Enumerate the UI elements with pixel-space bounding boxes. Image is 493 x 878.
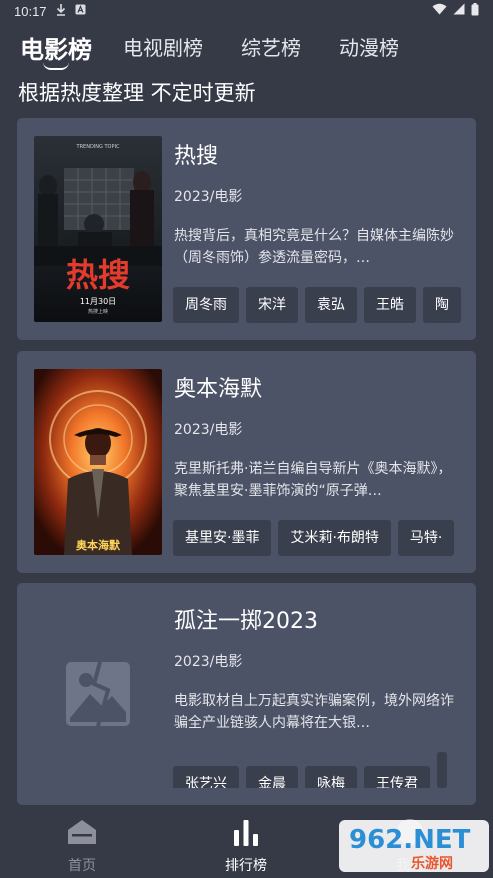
cast-chip[interactable]: 王皓 (364, 287, 416, 323)
movie-description: 电影取材自上万起真实诈骗案例，境外网络诈骗全产业链骇人内幕将在大银… (174, 693, 454, 731)
movie-poster: 奥本海默 (34, 369, 162, 555)
cast-chips: 张艺兴 金晨 咏梅 王传君 (173, 752, 476, 788)
tab-movie[interactable]: 电影榜 (20, 30, 92, 65)
movie-title: 奥本海默 (174, 377, 263, 402)
cast-chip[interactable]: 周冬雨 (173, 287, 239, 323)
cast-chip[interactable]: 艾米莉·布朗特 (278, 520, 391, 556)
home-icon (66, 818, 98, 850)
tab-anime[interactable]: 动漫榜 (339, 32, 399, 61)
cast-chips: 周冬雨 宋洋 袁弘 王皓陶 (173, 287, 476, 323)
cast-chip[interactable]: 咏梅 (305, 766, 357, 788)
svg-text:热搜: 热搜 (66, 256, 130, 294)
status-time: 10:17 (14, 3, 47, 19)
bar-chart-icon (231, 818, 261, 850)
cast-chip[interactable]: 张艺兴 (173, 766, 239, 788)
download-icon (56, 3, 66, 19)
tab-tv-series[interactable]: 电视剧榜 (123, 32, 203, 61)
cast-chip[interactable]: 金晨 (246, 766, 298, 788)
svg-text:962.NET: 962.NET (349, 825, 471, 855)
cast-chip[interactable] (437, 752, 447, 788)
movie-meta: 2023/电影 (174, 422, 243, 438)
cast-chips: 基里安·墨菲 艾米莉·布朗特 马特· (173, 520, 476, 556)
movie-title: 热搜 (174, 144, 219, 169)
status-bar: 10:17 (0, 0, 493, 22)
site-watermark: 962.NET 乐游网 (339, 818, 489, 874)
movie-title: 孤注一掷2023 (174, 609, 318, 634)
cast-chip[interactable]: 王传君 (364, 766, 430, 788)
cast-chip[interactable]: 宋洋 (246, 287, 298, 323)
movie-card[interactable]: 孤注一掷2023 2023/电影 电影取材自上万起真实诈骗案例，境外网络诈骗全产… (17, 583, 476, 805)
movie-poster: 热搜 11月30日 热搜上映 TRENDING TOPIC (34, 136, 162, 322)
movie-meta: 2023/电影 (174, 189, 243, 205)
font-icon (75, 4, 86, 18)
ranking-subtitle: 根据热度整理 不定时更新 (18, 81, 256, 105)
cast-chip[interactable]: 马特· (397, 520, 455, 556)
cast-chip[interactable]: 袁弘 (305, 287, 357, 323)
movie-card[interactable]: 热搜 11月30日 热搜上映 TRENDING TOPIC 热搜 2023/电影… (17, 118, 476, 340)
movie-description: 热搜背后，真相究竟是什么？自媒体主编陈妙（周冬雨饰）参透流量密码，… (174, 228, 454, 266)
battery-icon (471, 2, 479, 20)
svg-text:乐游网: 乐游网 (411, 855, 453, 872)
svg-text:奥本海默: 奥本海默 (75, 538, 121, 552)
cast-chip[interactable]: 基里安·墨菲 (173, 520, 272, 556)
signal-icon (453, 3, 465, 19)
wifi-icon (432, 3, 447, 19)
movie-description: 克里斯托弗·诺兰自编自导新片《奥本海默》，聚焦基里安·墨菲饰演的“原子弹… (174, 461, 452, 499)
movie-meta: 2023/电影 (174, 654, 243, 670)
nav-home-label: 首页 (68, 858, 96, 874)
svg-text:11月30日: 11月30日 (80, 297, 116, 306)
active-tab-indicator (43, 62, 69, 70)
image-placeholder-icon (34, 601, 162, 787)
cast-chip[interactable]: 陶 (423, 287, 461, 323)
svg-text:热搜上映: 热搜上映 (88, 308, 108, 315)
nav-ranking-label: 排行榜 (225, 858, 267, 874)
movie-card[interactable]: 奥本海默 奥本海默 2023/电影 克里斯托弗·诺兰自编自导新片《奥本海默》，聚… (17, 351, 476, 573)
nav-home[interactable]: 首页 (22, 818, 142, 875)
category-tabs: 电影榜 电视剧榜 综艺榜 动漫榜 (0, 28, 493, 68)
nav-ranking[interactable]: 排行榜 (186, 818, 306, 875)
svg-text:TRENDING TOPIC: TRENDING TOPIC (76, 144, 120, 150)
tab-variety[interactable]: 综艺榜 (241, 32, 301, 61)
